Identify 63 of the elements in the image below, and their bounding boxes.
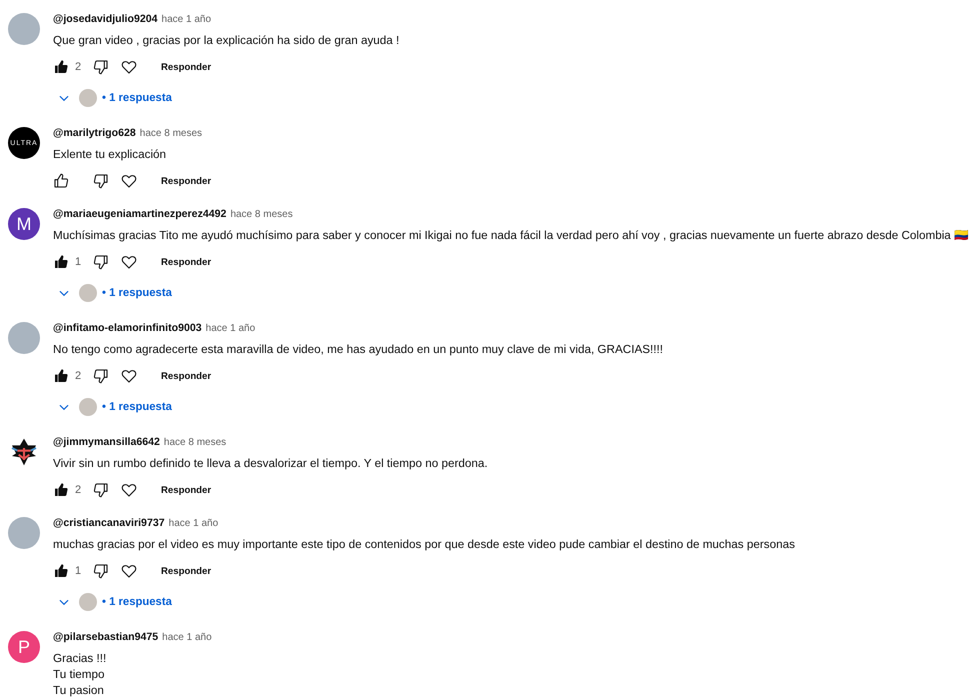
timestamp: hace 1 año bbox=[206, 323, 256, 334]
timestamp: hace 1 año bbox=[162, 632, 212, 643]
like-count: 1 bbox=[74, 565, 82, 577]
heart-icon[interactable] bbox=[121, 563, 137, 579]
like-count: 2 bbox=[74, 61, 82, 73]
avatar-photo-placeholder bbox=[8, 517, 40, 549]
reply-button[interactable]: Responder bbox=[157, 172, 216, 190]
timestamp: hace 8 meses bbox=[230, 209, 293, 220]
comment-text: Exlente tu explicación bbox=[53, 147, 168, 163]
comment-text: No tengo como agradecerte esta maravilla de video, me has ayudado en un punto muy clave de mi vida, GRACIAS!!!! bbox=[53, 342, 664, 358]
username[interactable]: @infitamo-elamorinfinito9003 bbox=[53, 322, 202, 334]
thumbs-up-icon[interactable] bbox=[53, 368, 69, 384]
reply-button[interactable]: Responder bbox=[157, 58, 216, 76]
heart-icon[interactable] bbox=[121, 59, 137, 75]
heart-icon[interactable] bbox=[121, 482, 137, 498]
comment-text: Vivir sin un rumbo definido te lleva a desvalorizar el tiempo. Y el tiempo no perdona. bbox=[53, 456, 488, 472]
thumbs-down-icon[interactable] bbox=[93, 563, 109, 579]
replies-link[interactable]: • 1 respuesta bbox=[102, 596, 172, 608]
reply-button[interactable]: Responder bbox=[157, 252, 216, 272]
thumbs-up-icon[interactable] bbox=[53, 563, 69, 579]
username[interactable]: @marilytrigo628 bbox=[53, 127, 136, 139]
thumbs-up-icon[interactable] bbox=[53, 59, 69, 75]
reply-button[interactable]: Responder bbox=[157, 562, 216, 580]
username[interactable]: @cristiancanaviri9737 bbox=[53, 517, 165, 529]
timestamp: hace 8 meses bbox=[164, 437, 226, 448]
thumbs-down-icon[interactable] bbox=[93, 368, 109, 384]
reply-button[interactable]: Responder bbox=[157, 480, 216, 500]
avatar-photo-placeholder bbox=[79, 89, 97, 107]
username[interactable]: @pilarsebastian9475 bbox=[53, 631, 158, 643]
replies-link[interactable]: • 1 respuesta bbox=[102, 92, 172, 104]
replies-link[interactable]: • 1 respuesta bbox=[102, 287, 172, 299]
reply-button[interactable]: Responder bbox=[157, 366, 216, 386]
timestamp: hace 1 año bbox=[162, 14, 212, 25]
thumbs-down-icon[interactable] bbox=[93, 254, 109, 270]
username[interactable]: @josedavidjulio9204 bbox=[53, 13, 158, 25]
avatar-letter: P bbox=[8, 631, 40, 663]
comment-text: muchas gracias por el video es muy importante este tipo de contenidos por que desde este video pude cambiar el destino de muchas personas bbox=[53, 537, 795, 553]
thumbs-down-icon[interactable] bbox=[93, 173, 109, 189]
like-count: 2 bbox=[74, 484, 82, 496]
avatar-photo-placeholder bbox=[8, 13, 40, 45]
thumbs-down-icon[interactable] bbox=[93, 59, 109, 75]
comment-text: Muchísimas gracias Tito me ayudó muchísimo para saber y conocer mi Ikigai no fue nada fácil la verdad pero ahí voy , gracias nuevamente un fuerte abrazo desde Colombia 🇨🇴 bbox=[53, 228, 970, 244]
timestamp: hace 1 año bbox=[168, 518, 218, 529]
thumbs-down-icon[interactable] bbox=[93, 482, 109, 498]
username[interactable]: @mariaeugeniamartinezperez4492 bbox=[53, 208, 226, 220]
avatar-photo-placeholder bbox=[8, 322, 40, 354]
comment-text: Que gran video , gracias por la explicación ha sido de gran ayuda ! bbox=[53, 33, 400, 49]
username[interactable]: @jimmymansilla6642 bbox=[53, 436, 160, 448]
like-count: 1 bbox=[74, 256, 82, 268]
comment-text: Gracias !!! Tu tiempo Tu pasion bbox=[53, 651, 108, 698]
avatar-photo-placeholder bbox=[79, 398, 97, 416]
timestamp: hace 8 meses bbox=[140, 128, 202, 139]
replies-link[interactable]: • 1 respuesta bbox=[102, 401, 172, 413]
avatar-photo-placeholder bbox=[79, 593, 97, 611]
avatar-photo-placeholder bbox=[79, 284, 97, 302]
thumbs-up-icon[interactable] bbox=[53, 173, 69, 189]
heart-icon[interactable] bbox=[121, 254, 137, 270]
heart-icon[interactable] bbox=[121, 173, 137, 189]
thumbs-up-icon[interactable] bbox=[53, 254, 69, 270]
avatar-letter: M bbox=[8, 208, 40, 240]
thumbs-up-icon[interactable] bbox=[53, 482, 69, 498]
heart-icon[interactable] bbox=[121, 368, 137, 384]
like-count: 2 bbox=[74, 370, 82, 382]
